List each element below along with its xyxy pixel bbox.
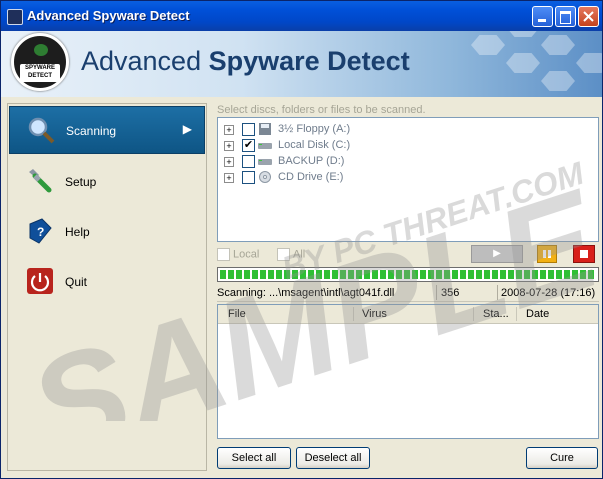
cd-drive-icon	[259, 171, 271, 183]
pause-button[interactable]	[537, 245, 557, 263]
stop-button[interactable]	[573, 245, 595, 263]
nav-label-setup: Setup	[65, 175, 97, 189]
option-all[interactable]: All	[277, 248, 305, 261]
expand-icon[interactable]: +	[224, 141, 234, 151]
header-banner: SPYWARE DETECT Advanced Spyware Detect	[1, 31, 602, 97]
brand-light: Advanced	[81, 46, 209, 76]
close-icon	[583, 11, 594, 22]
magnifier-icon	[28, 117, 55, 144]
expand-icon[interactable]: +	[224, 157, 234, 167]
scan-hint: Select discs, folders or files to be sca…	[217, 104, 426, 116]
tree-label-cd-drive: CD Drive (E:)	[278, 171, 344, 183]
tree-checkbox-cd-drive[interactable]	[242, 171, 255, 184]
wrench-icon	[29, 169, 52, 193]
maximize-button[interactable]	[555, 6, 576, 27]
chevron-right-icon: ▶	[182, 122, 192, 136]
results-table[interactable]: File Virus Sta... Date	[217, 304, 599, 439]
brand-bold: Spyware Detect	[208, 46, 410, 76]
option-all-checkbox[interactable]	[277, 248, 290, 261]
logo-line-1: SPYWARE	[24, 65, 55, 71]
drive-tree[interactable]: + 3½ Floppy (A:) + ✔ Local Disk (C:) + B…	[217, 117, 599, 242]
nav-label-scanning: Scanning	[66, 124, 117, 138]
help-book-icon: ?	[29, 218, 52, 244]
scan-status-line: Scanning: ...\msagent\intl\agt041f.dll 3…	[217, 285, 599, 302]
maximize-icon	[560, 11, 571, 24]
tree-label-backup: BACKUP (D:)	[278, 155, 345, 167]
nav-item-setup[interactable]: Setup	[9, 158, 205, 206]
column-header-date[interactable]: Date	[526, 308, 549, 320]
minimize-icon	[538, 19, 546, 22]
window-title: Advanced Spyware Detect	[27, 8, 190, 23]
nav-item-scanning[interactable]: Scanning ▶	[9, 106, 205, 154]
nav-item-quit[interactable]: Quit	[9, 258, 205, 306]
brand-title: Advanced Spyware Detect	[81, 46, 410, 77]
cure-button[interactable]: Cure	[526, 447, 598, 469]
minimize-button[interactable]	[532, 6, 553, 27]
tree-label-local-disk: Local Disk (C:)	[278, 139, 351, 151]
column-header-virus[interactable]: Virus	[362, 308, 387, 320]
power-icon	[27, 268, 53, 294]
tree-checkbox-backup[interactable]	[242, 155, 255, 168]
app-logo: SPYWARE DETECT	[11, 33, 69, 91]
agent-logo-icon	[34, 44, 48, 56]
stop-icon	[580, 250, 588, 258]
nav-item-help[interactable]: ? Help	[9, 208, 205, 256]
pause-icon	[543, 250, 551, 258]
floppy-icon	[259, 123, 271, 135]
app-window: Advanced Spyware Detect SPYWARE DETECT A…	[0, 0, 603, 479]
scan-progress-fill	[220, 270, 596, 279]
status-date: 2008-07-28 (17:16)	[501, 287, 596, 299]
select-all-button[interactable]: Select all	[217, 447, 291, 469]
option-all-label: All	[293, 248, 306, 261]
start-scan-button[interactable]: ▶	[471, 245, 523, 263]
app-icon	[7, 9, 23, 25]
nav-label-quit: Quit	[65, 275, 88, 289]
option-local[interactable]: Local	[217, 248, 259, 261]
hard-disk-icon	[258, 143, 272, 149]
tree-checkbox-local-disk[interactable]: ✔	[242, 139, 255, 152]
tree-label-floppy: 3½ Floppy (A:)	[278, 123, 351, 135]
sidebar-nav: Scanning ▶ Setup ? Help Quit	[7, 103, 207, 471]
play-icon: ▶	[493, 248, 501, 259]
scan-progress-bar	[217, 267, 599, 282]
hard-disk-icon	[258, 159, 272, 165]
column-header-file[interactable]: File	[228, 308, 246, 320]
expand-icon[interactable]: +	[224, 173, 234, 183]
close-button[interactable]	[578, 6, 599, 27]
results-header: File Virus Sta... Date	[218, 305, 598, 324]
tree-checkbox-floppy[interactable]	[242, 123, 255, 136]
expand-icon[interactable]: +	[224, 125, 234, 135]
logo-line-2: DETECT	[28, 73, 52, 79]
status-file-count: 356	[441, 287, 460, 299]
deselect-all-button[interactable]: Deselect all	[296, 447, 370, 469]
option-local-label: Local	[233, 248, 260, 261]
option-local-checkbox[interactable]	[217, 248, 230, 261]
nav-label-help: Help	[65, 225, 90, 239]
column-header-status[interactable]: Sta...	[483, 308, 509, 320]
title-bar[interactable]: Advanced Spyware Detect	[1, 1, 602, 31]
svg-text:?: ?	[37, 225, 44, 239]
status-current-file: Scanning: ...\msagent\intl\agt041f.dll	[217, 287, 395, 299]
